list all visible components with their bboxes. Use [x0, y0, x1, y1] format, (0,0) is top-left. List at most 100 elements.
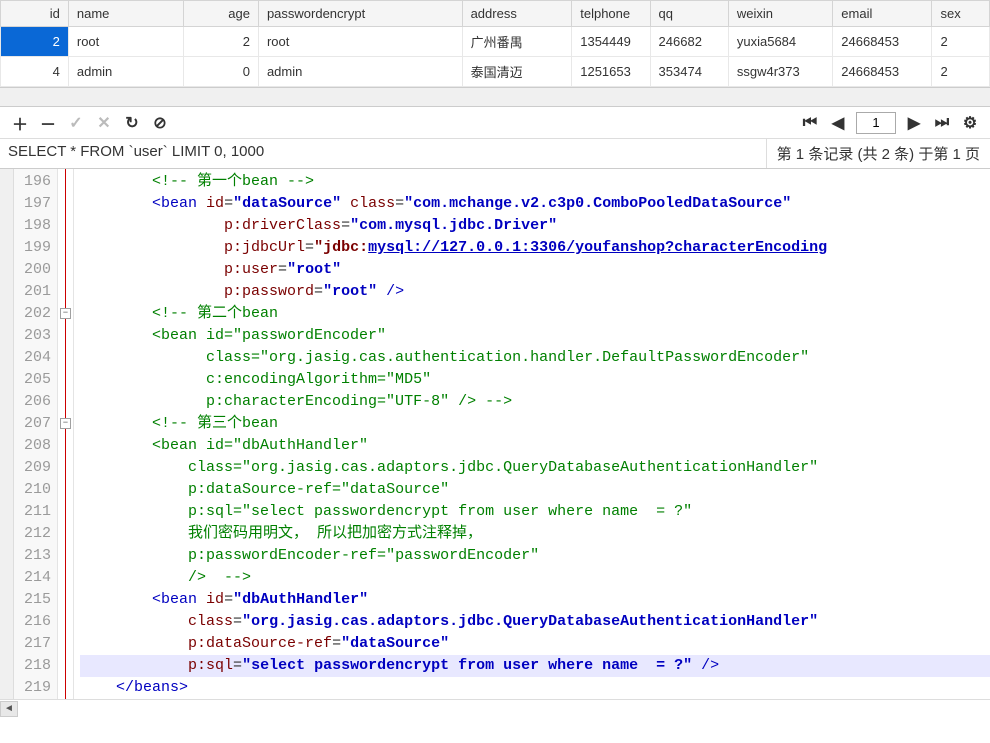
code-line[interactable]: <!-- 第三个bean — [80, 413, 990, 435]
cancel-button[interactable]: ✕ — [92, 111, 116, 135]
cell[interactable]: 0 — [183, 57, 258, 87]
cell[interactable]: 24668453 — [833, 57, 932, 87]
code-line[interactable]: p:driverClass="com.mysql.jdbc.Driver" — [80, 215, 990, 237]
code-editor[interactable]: 1961971981992002012022032042052062072082… — [0, 169, 990, 699]
query-status-bar: SELECT * FROM `user` LIMIT 0, 1000 第 1 条… — [0, 139, 990, 169]
line-number: 206 — [20, 391, 51, 413]
code-line[interactable]: <!-- 第一个bean --> — [80, 171, 990, 193]
cell[interactable]: 1251653 — [572, 57, 650, 87]
cell[interactable]: 2 — [932, 57, 990, 87]
results-toolbar: ＋ － ✓ ✕ ↻ ⊘ ⏮ ◀ ▶ ⏭ ⚙ — [0, 107, 990, 139]
cell[interactable]: root — [68, 27, 183, 57]
last-page-button[interactable]: ⏭ — [930, 111, 954, 135]
code-line[interactable]: p:characterEncoding="UTF-8" /> --> — [80, 391, 990, 413]
table-row[interactable]: 4admin0admin泰国清迈1251653353474ssgw4r37324… — [1, 57, 990, 87]
delete-row-button[interactable]: － — [36, 111, 60, 135]
code-line[interactable]: <!-- 第二个bean — [80, 303, 990, 325]
add-row-button[interactable]: ＋ — [8, 111, 32, 135]
cell[interactable]: admin — [68, 57, 183, 87]
line-number: 213 — [20, 545, 51, 567]
fold-gutter[interactable]: −− — [58, 169, 74, 699]
cell[interactable]: 246682 — [650, 27, 728, 57]
line-number: 203 — [20, 325, 51, 347]
code-line[interactable]: c:encodingAlgorithm="MD5" — [80, 369, 990, 391]
code-line[interactable]: </beans> — [80, 677, 990, 699]
line-number: 218 — [20, 655, 51, 677]
record-count-label: 第 1 条记录 (共 2 条) 于第 1 页 — [766, 139, 990, 168]
line-number: 200 — [20, 259, 51, 281]
line-number: 204 — [20, 347, 51, 369]
table-row[interactable]: 2root2root广州番禺1354449246682yuxia56842466… — [1, 27, 990, 57]
code-line[interactable]: <bean id="dbAuthHandler" — [80, 589, 990, 611]
code-content[interactable]: <!-- 第一个bean --> <bean id="dataSource" c… — [74, 169, 990, 699]
fold-toggle-icon[interactable]: − — [60, 308, 71, 319]
line-number: 210 — [20, 479, 51, 501]
cell[interactable]: 泰国清迈 — [462, 57, 572, 87]
code-line[interactable]: p:dataSource-ref="dataSource" — [80, 479, 990, 501]
line-number: 198 — [20, 215, 51, 237]
commit-button[interactable]: ✓ — [64, 111, 88, 135]
cell[interactable]: ssgw4r373 — [728, 57, 832, 87]
stop-button[interactable]: ⊘ — [148, 111, 172, 135]
column-header-passwordencrypt[interactable]: passwordencrypt — [258, 1, 462, 27]
editor-margin — [0, 169, 14, 699]
code-line[interactable]: p:user="root" — [80, 259, 990, 281]
prev-page-button[interactable]: ◀ — [826, 111, 850, 135]
code-line[interactable]: <bean id="dataSource" class="com.mchange… — [80, 193, 990, 215]
code-line[interactable]: p:sql="select passwordencrypt from user … — [80, 501, 990, 523]
column-header-telphone[interactable]: telphone — [572, 1, 650, 27]
next-page-button[interactable]: ▶ — [902, 111, 926, 135]
first-page-button[interactable]: ⏮ — [798, 111, 822, 135]
code-line[interactable]: p:passwordEncoder-ref="passwordEncoder" — [80, 545, 990, 567]
cell[interactable]: 2 — [1, 27, 69, 57]
code-line[interactable]: class="org.jasig.cas.authentication.hand… — [80, 347, 990, 369]
sql-query-text[interactable]: SELECT * FROM `user` LIMIT 0, 1000 — [0, 139, 766, 168]
cell[interactable]: 1354449 — [572, 27, 650, 57]
column-header-age[interactable]: age — [183, 1, 258, 27]
settings-button[interactable]: ⚙ — [958, 111, 982, 135]
line-number: 215 — [20, 589, 51, 611]
cell[interactable]: root — [258, 27, 462, 57]
panel-separator[interactable] — [0, 87, 990, 107]
code-line[interactable]: p:jdbcUrl="jdbc:mysql://127.0.0.1:3306/y… — [80, 237, 990, 259]
refresh-button[interactable]: ↻ — [120, 111, 144, 135]
line-number: 217 — [20, 633, 51, 655]
cell[interactable]: yuxia5684 — [728, 27, 832, 57]
line-number: 219 — [20, 677, 51, 699]
scroll-left-icon[interactable]: ◄ — [0, 701, 18, 717]
cell[interactable]: 4 — [1, 57, 69, 87]
column-header-qq[interactable]: qq — [650, 1, 728, 27]
code-line[interactable]: p:dataSource-ref="dataSource" — [80, 633, 990, 655]
column-header-weixin[interactable]: weixin — [728, 1, 832, 27]
line-number: 202 — [20, 303, 51, 325]
cell[interactable]: 24668453 — [833, 27, 932, 57]
cell[interactable]: 2 — [932, 27, 990, 57]
column-header-sex[interactable]: sex — [932, 1, 990, 27]
code-line[interactable]: p:sql="select passwordencrypt from user … — [80, 655, 990, 677]
page-number-input[interactable] — [856, 112, 896, 134]
line-number: 196 — [20, 171, 51, 193]
cell[interactable]: 广州番禺 — [462, 27, 572, 57]
grip-icon — [6, 91, 20, 105]
cell[interactable]: admin — [258, 57, 462, 87]
line-number: 216 — [20, 611, 51, 633]
cell[interactable]: 353474 — [650, 57, 728, 87]
horizontal-scrollbar[interactable]: ◄ — [0, 699, 990, 717]
code-line[interactable]: class="org.jasig.cas.adaptors.jdbc.Query… — [80, 457, 990, 479]
line-number-gutter: 1961971981992002012022032042052062072082… — [14, 169, 58, 699]
column-header-id[interactable]: id — [1, 1, 69, 27]
code-line[interactable]: <bean id="passwordEncoder" — [80, 325, 990, 347]
column-header-name[interactable]: name — [68, 1, 183, 27]
cell[interactable]: 2 — [183, 27, 258, 57]
code-line[interactable]: class="org.jasig.cas.adaptors.jdbc.Query… — [80, 611, 990, 633]
fold-toggle-icon[interactable]: − — [60, 418, 71, 429]
column-header-address[interactable]: address — [462, 1, 572, 27]
data-table[interactable]: idnameagepasswordencryptaddresstelphoneq… — [0, 0, 990, 87]
column-header-email[interactable]: email — [833, 1, 932, 27]
code-line[interactable]: <bean id="dbAuthHandler" — [80, 435, 990, 457]
code-line[interactable]: p:password="root" /> — [80, 281, 990, 303]
line-number: 199 — [20, 237, 51, 259]
code-line[interactable]: 我们密码用明文， 所以把加密方式注释掉， — [80, 523, 990, 545]
line-number: 205 — [20, 369, 51, 391]
code-line[interactable]: /> --> — [80, 567, 990, 589]
